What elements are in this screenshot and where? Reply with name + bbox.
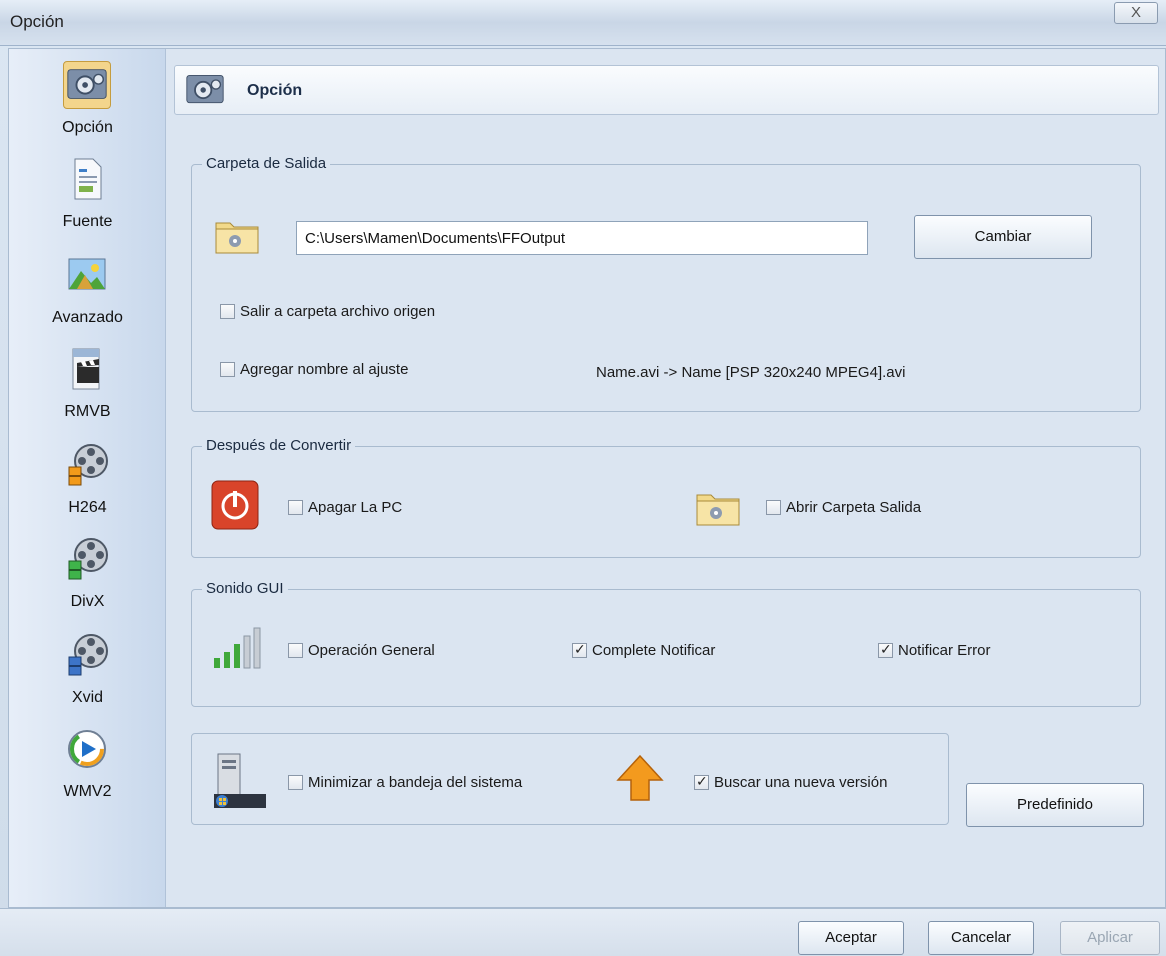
name-example: Name.avi -> Name [PSP 320x240 MPEG4].avi: [596, 364, 906, 381]
change-folder-button[interactable]: Cambiar: [914, 215, 1092, 259]
output-path-input[interactable]: [296, 221, 868, 255]
checkbox-label: Minimizar a bandeja del sistema: [308, 774, 523, 791]
sidebar-item-fuente[interactable]: Fuente: [9, 149, 166, 239]
checkbox-box[interactable]: [766, 500, 781, 515]
group-title: Después de Convertir: [202, 437, 356, 454]
error-notify-checkbox[interactable]: Notificar Error: [878, 641, 991, 659]
film-reel-icon: [68, 634, 108, 676]
sidebar-item-label: Opción: [62, 119, 113, 136]
folder-icon: [696, 494, 740, 526]
default-button[interactable]: Predefinido: [966, 783, 1144, 827]
sound-gui-group: Sonido GUI Operación General Complete No…: [191, 580, 1141, 707]
close-icon: X: [1130, 4, 1141, 21]
sidebar-item-label: Avanzado: [52, 309, 123, 326]
checkbox-label: Operación General: [308, 642, 435, 659]
checkbox-box[interactable]: [220, 304, 235, 319]
group-title: Carpeta de Salida: [202, 155, 331, 172]
misc-options-group: Minimizar a bandeja del sistema Buscar u…: [191, 733, 949, 825]
sidebar-item-label: WMV2: [63, 783, 112, 800]
panel-header: Opción: [174, 65, 1159, 115]
sidebar-item-opcion[interactable]: Opción: [9, 55, 166, 145]
checkbox-label: Agregar nombre al ajuste: [240, 361, 409, 378]
dialog-body: Opción Fuente Avanzado RMVB H264 DivX Xv…: [8, 48, 1166, 908]
media-player-icon: [68, 730, 106, 768]
checkbox-box[interactable]: [572, 641, 587, 658]
folder-icon: [215, 222, 259, 254]
minimize-tray-checkbox[interactable]: Minimizar a bandeja del sistema: [288, 774, 522, 791]
title-bar: Opción X: [0, 0, 1166, 46]
settings-icon: [186, 75, 224, 104]
settings-icon: [63, 61, 111, 109]
sidebar-item-h264[interactable]: H264: [9, 435, 166, 525]
film-reel-icon: [68, 538, 108, 580]
landscape-image-icon: [68, 258, 106, 290]
checkbox-label: Notificar Error: [898, 642, 991, 659]
open-output-folder-checkbox[interactable]: Abrir Carpeta Salida: [766, 499, 921, 516]
sidebar-item-avanzado[interactable]: Avanzado: [9, 245, 166, 335]
checkbox-label: Abrir Carpeta Salida: [786, 499, 922, 516]
output-folder-group: Carpeta de Salida Cambiar Salir a carpet…: [191, 155, 1141, 412]
complete-notify-checkbox[interactable]: Complete Notificar: [572, 641, 716, 659]
options-window: Opción X Opción Fuente Avanzado RMVB H26…: [0, 0, 1166, 956]
checkbox-box[interactable]: [288, 643, 303, 658]
volume-bars-icon: [214, 627, 261, 669]
checkbox-box[interactable]: [694, 773, 709, 790]
window-title: Opción: [10, 12, 64, 31]
general-operation-checkbox[interactable]: Operación General: [288, 642, 435, 659]
checkbox-box[interactable]: [878, 641, 893, 658]
sidebar-item-label: RMVB: [64, 403, 111, 420]
document-icon: [74, 158, 102, 200]
power-icon: [211, 480, 259, 530]
sidebar-item-xvid[interactable]: Xvid: [9, 625, 166, 715]
shutdown-checkbox[interactable]: Apagar La PC: [288, 499, 402, 516]
system-tray-icon: [214, 753, 266, 808]
sidebar-item-wmv2[interactable]: WMV2: [9, 719, 166, 809]
checkbox-label: Apagar La PC: [308, 499, 403, 516]
close-button[interactable]: X: [1114, 2, 1158, 24]
add-name-checkbox[interactable]: Agregar nombre al ajuste: [220, 361, 408, 378]
panel-title: Opción: [247, 82, 303, 99]
cancel-button[interactable]: Cancelar: [928, 921, 1034, 955]
options-panel: Opción Carpeta de Salida Cambiar Salir a…: [174, 65, 1159, 905]
update-arrow-icon: [616, 754, 664, 801]
sidebar: Opción Fuente Avanzado RMVB H264 DivX Xv…: [9, 49, 166, 907]
group-title: Sonido GUI: [202, 580, 288, 597]
clapperboard-icon: [72, 348, 100, 390]
checkbox-box[interactable]: [288, 500, 303, 515]
sidebar-item-label: Xvid: [71, 689, 104, 706]
checkbox-label: Complete Notificar: [592, 642, 716, 659]
sidebar-item-label: DivX: [70, 593, 105, 610]
source-folder-checkbox[interactable]: Salir a carpeta archivo origen: [220, 303, 435, 320]
film-reel-icon: [68, 444, 108, 486]
sidebar-item-divx[interactable]: DivX: [9, 529, 166, 619]
sidebar-item-label: H264: [68, 499, 107, 516]
apply-button[interactable]: Aplicar: [1060, 921, 1160, 955]
check-updates-checkbox[interactable]: Buscar una nueva versión: [694, 773, 888, 791]
ok-button[interactable]: Aceptar: [798, 921, 904, 955]
sidebar-item-rmvb[interactable]: RMVB: [9, 339, 166, 429]
checkbox-box[interactable]: [220, 362, 235, 377]
sidebar-item-label: Fuente: [62, 213, 113, 230]
dialog-footer: Aceptar Cancelar Aplicar: [0, 908, 1166, 956]
checkbox-label: Buscar una nueva versión: [714, 774, 888, 791]
after-convert-group: Después de Convertir Apagar La PC Abrir …: [191, 437, 1141, 558]
checkbox-label: Salir a carpeta archivo origen: [240, 303, 436, 320]
checkbox-box[interactable]: [288, 775, 303, 790]
